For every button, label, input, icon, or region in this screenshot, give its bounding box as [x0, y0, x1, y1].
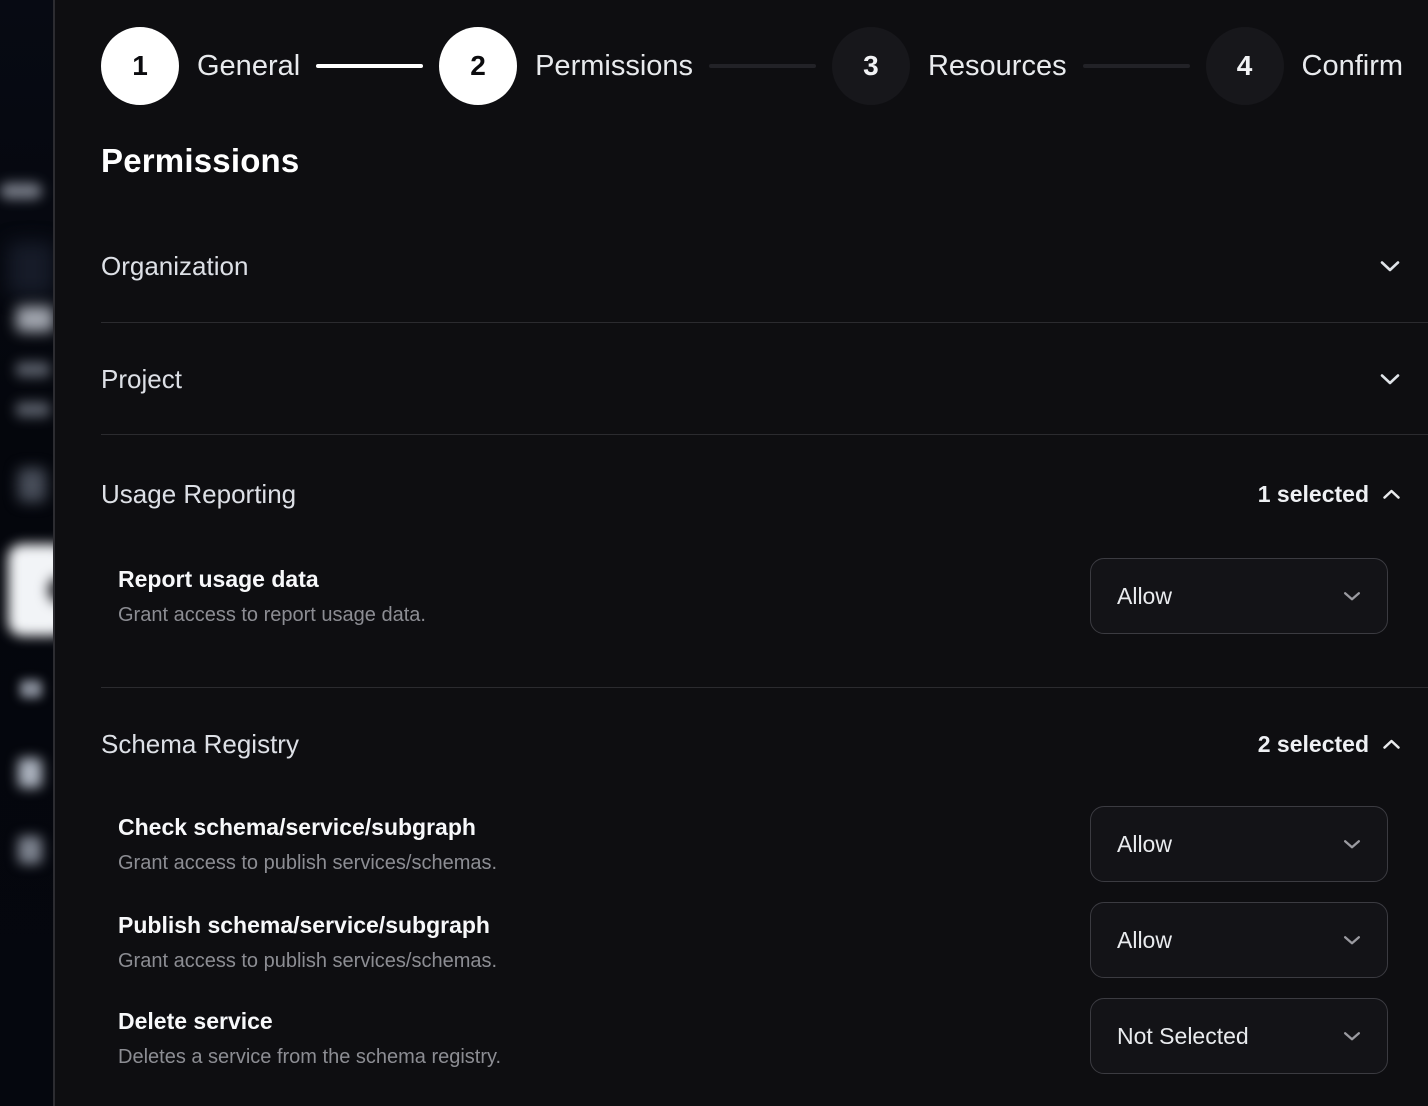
section-project[interactable]: Project	[101, 361, 1402, 397]
section-usage-reporting[interactable]: Usage Reporting 1 selected	[101, 476, 1402, 512]
blurred-white-card-blob	[8, 544, 54, 636]
step-connector	[1083, 64, 1190, 68]
blurred-menu-item-blob	[20, 680, 42, 698]
step-connector	[316, 64, 423, 68]
step-permissions[interactable]: 2 Permissions	[439, 27, 693, 105]
permission-title: Check schema/service/subgraph	[118, 812, 1018, 842]
chevron-up-icon	[1381, 484, 1402, 505]
divider	[101, 687, 1428, 688]
step-label: Resources	[928, 50, 1067, 83]
page-title: Permissions	[101, 142, 299, 180]
permission-description: Grant access to publish services/schemas…	[118, 948, 1018, 974]
step-confirm[interactable]: 4 Confirm	[1206, 27, 1404, 105]
blurred-app-backdrop	[0, 0, 54, 1106]
permission-title: Report usage data	[118, 564, 1018, 594]
select-chevron-icon	[1341, 1025, 1363, 1047]
step-connector	[709, 64, 816, 68]
permission-delete-service: Delete service Deletes a service from th…	[118, 1006, 1018, 1070]
select-value: Not Selected	[1117, 1023, 1249, 1050]
select-chevron-icon	[1341, 833, 1363, 855]
permission-check-schema: Check schema/service/subgraph Grant acce…	[118, 812, 1018, 876]
selected-count: 2 selected	[1258, 731, 1369, 758]
section-schema-registry[interactable]: Schema Registry 2 selected	[101, 726, 1402, 762]
step-label: Permissions	[535, 50, 693, 83]
permission-publish-schema: Publish schema/service/subgraph Grant ac…	[118, 910, 1018, 974]
wizard-stepper: 1 General 2 Permissions 3 Resources 4 Co…	[101, 27, 1403, 105]
step-label: Confirm	[1302, 50, 1404, 83]
divider	[101, 434, 1428, 435]
section-organization[interactable]: Organization	[101, 248, 1402, 284]
step-number: 4	[1206, 27, 1284, 105]
permission-description: Grant access to publish services/schemas…	[118, 850, 1018, 876]
section-title: Usage Reporting	[101, 479, 296, 510]
select-value: Allow	[1117, 831, 1172, 858]
report-usage-data-select[interactable]: Allow	[1090, 558, 1388, 634]
step-number: 1	[101, 27, 179, 105]
publish-schema-select[interactable]: Allow	[1090, 902, 1388, 978]
permission-description: Grant access to report usage data.	[118, 602, 1018, 628]
modal-left-edge	[53, 0, 55, 1106]
section-title: Schema Registry	[101, 729, 299, 760]
blurred-panel-blob	[8, 242, 54, 296]
select-chevron-icon	[1341, 585, 1363, 607]
permission-title: Publish schema/service/subgraph	[118, 910, 1018, 940]
step-number: 2	[439, 27, 517, 105]
chevron-up-icon	[1381, 734, 1402, 755]
chevron-down-icon	[1378, 254, 1402, 278]
step-number: 3	[832, 27, 910, 105]
select-value: Allow	[1117, 927, 1172, 954]
blurred-icon-blob	[18, 468, 46, 502]
blurred-heading-blob	[16, 306, 54, 332]
select-value: Allow	[1117, 583, 1172, 610]
step-label: General	[197, 50, 300, 83]
step-general[interactable]: 1 General	[101, 27, 300, 105]
section-title: Project	[101, 364, 182, 395]
section-title: Organization	[101, 251, 248, 282]
chevron-down-icon	[1378, 367, 1402, 391]
permission-report-usage-data: Report usage data Grant access to report…	[118, 564, 1018, 628]
blurred-menu-item-blob	[18, 836, 42, 864]
blurred-text-blob	[0, 183, 42, 199]
blurred-text-blob	[16, 362, 50, 377]
selected-count: 1 selected	[1258, 481, 1369, 508]
permission-title: Delete service	[118, 1006, 1018, 1036]
select-chevron-icon	[1341, 929, 1363, 951]
step-resources[interactable]: 3 Resources	[832, 27, 1067, 105]
blurred-text-blob	[16, 402, 50, 417]
blurred-menu-item-blob	[18, 758, 42, 788]
permission-description: Deletes a service from the schema regist…	[118, 1044, 1018, 1070]
divider	[101, 322, 1428, 323]
delete-service-select[interactable]: Not Selected	[1090, 998, 1388, 1074]
check-schema-select[interactable]: Allow	[1090, 806, 1388, 882]
